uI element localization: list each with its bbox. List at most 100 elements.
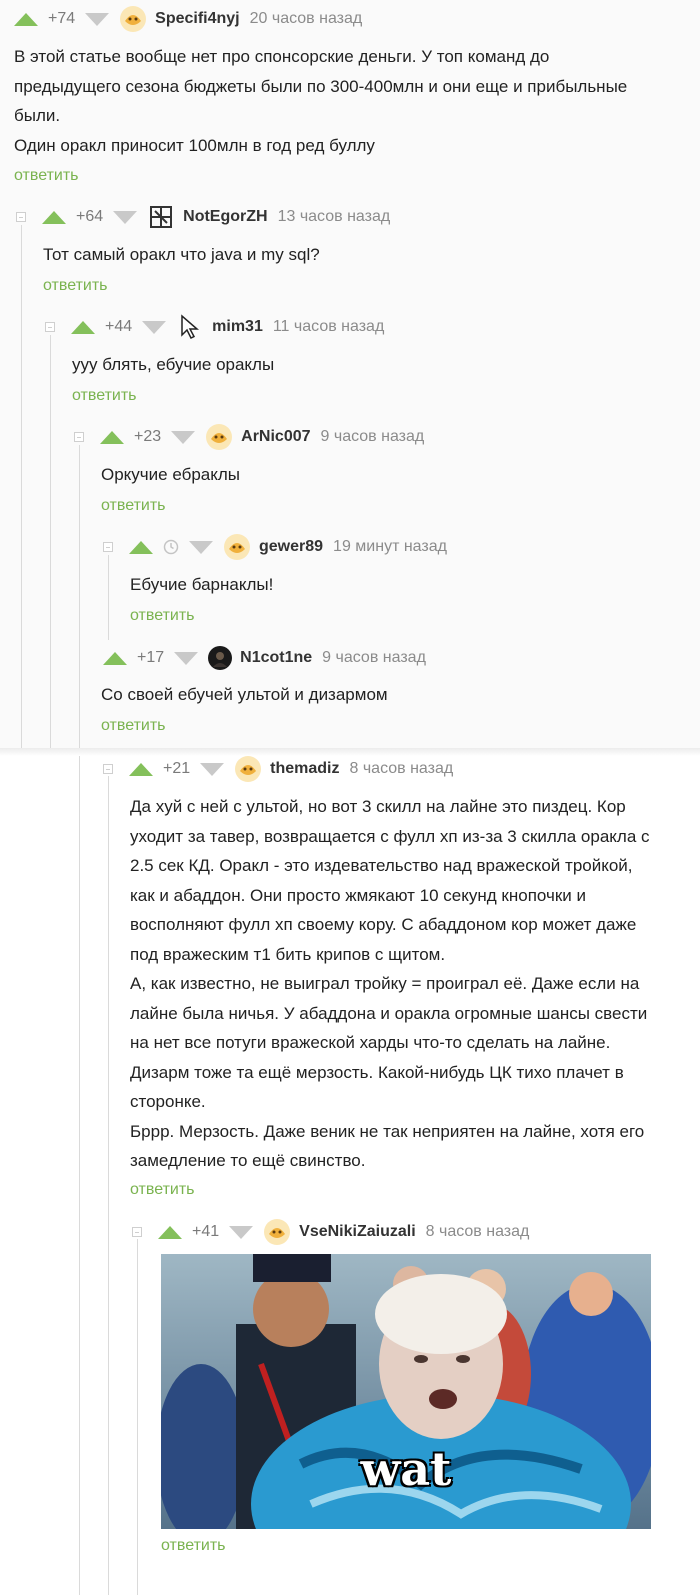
comment-time[interactable]: 8 часов назад	[426, 1223, 530, 1241]
new-comments-divider	[0, 748, 700, 756]
collapse-toggle[interactable]	[132, 1227, 142, 1237]
default-avatar-icon[interactable]	[119, 5, 147, 33]
collapse-toggle[interactable]	[16, 212, 26, 222]
reply-link[interactable]: ответить	[43, 277, 108, 295]
thread-line	[79, 445, 80, 748]
comment-text-line: ууу блять, ебучие ораклы	[72, 355, 275, 374]
comment-text-line: Со своей ебучей ультой и дизармом	[101, 685, 388, 704]
comment-text-line: как и абаддон. Они просто жмякают 10 сек…	[130, 885, 586, 905]
downvote-icon[interactable]	[229, 1225, 254, 1239]
thread-line	[137, 1239, 138, 1595]
upvote-icon[interactable]	[129, 762, 153, 776]
comment-text-line: Дизарм тоже та ещё мерзость. Какой-нибуд…	[130, 1062, 624, 1082]
rating: +44	[105, 318, 133, 335]
thread-line	[79, 756, 80, 1595]
comment-time[interactable]: 13 часов назад	[278, 208, 391, 226]
comment-time[interactable]: 9 часов назад	[321, 428, 425, 446]
comment-text-line: А, как известно, не выиграл тройку = про…	[130, 974, 640, 993]
rating: +64	[76, 208, 104, 225]
reply-link[interactable]: ответить	[130, 607, 195, 625]
comment-time[interactable]: 9 часов назад	[322, 649, 426, 667]
author-nick[interactable]: gewer89	[259, 538, 323, 556]
comment-text-line: восполняют фулл хп своему кору. С абаддо…	[130, 915, 637, 934]
comment-text-line: лайне была ничья. У абаддона и оракла ог…	[130, 1003, 648, 1023]
collapse-toggle[interactable]	[103, 542, 113, 552]
comment-time[interactable]: 19 минут назад	[333, 538, 447, 556]
comment-header: gewer89 19 минут назад	[103, 533, 447, 561]
comment-text-line: на нет все потуги вражеской харды что-то…	[130, 1033, 611, 1052]
dark-avatar-icon[interactable]	[208, 646, 233, 670]
upvote-icon[interactable]	[100, 430, 124, 444]
default-avatar-icon[interactable]	[263, 1218, 291, 1246]
collapse-toggle[interactable]	[74, 432, 84, 442]
comment-text: Ебучие барнаклы!	[130, 570, 273, 600]
downvote-icon[interactable]	[142, 320, 167, 334]
comment-text: Да хуй с ней с ультой, но вот 3 скилл на…	[130, 792, 650, 1176]
downvote-icon[interactable]	[189, 540, 213, 554]
comment-text: Оркучие ебраклы	[101, 460, 240, 490]
reply-link[interactable]: ответить	[130, 1181, 195, 1199]
reply-link[interactable]: ответить	[14, 167, 79, 185]
downvote-icon[interactable]	[200, 762, 225, 776]
comment-time[interactable]: 20 часов назад	[250, 10, 363, 28]
comment-text-line: Ебучие барнаклы!	[130, 575, 274, 594]
comment-time[interactable]: 8 часов назад	[349, 760, 453, 778]
clock-icon	[163, 539, 179, 555]
comment-text-line: 2.5 сек КД. Оракл - это издевательство н…	[130, 856, 633, 875]
comment-text-line: В этой статье вообще нет про спонсорские…	[14, 47, 550, 66]
collapse-toggle[interactable]	[103, 764, 113, 774]
author-nick[interactable]: VseNikiZaiuzali	[299, 1223, 416, 1241]
comment-header: +64 NotEgorZH 13 часов назад	[16, 205, 390, 229]
upvote-icon[interactable]	[71, 320, 95, 334]
downvote-icon[interactable]	[113, 210, 138, 224]
default-avatar-icon[interactable]	[223, 533, 251, 561]
downvote-icon[interactable]	[171, 430, 196, 444]
comment-text-line: Да хуй с ней с ультой, но вот 3 скилл на…	[130, 797, 626, 816]
downvote-icon[interactable]	[85, 12, 110, 26]
comment-text-line: уходит за тавер, возвращается с фулл хп …	[130, 826, 650, 846]
reply-link[interactable]: ответить	[101, 497, 166, 515]
comment-header: +17 N1cot1ne 9 часов назад	[103, 646, 426, 670]
logo-avatar-icon[interactable]	[147, 203, 175, 231]
comment-text-line: Тот самый оракл что java и my sql?	[43, 245, 320, 264]
reply-link[interactable]: ответить	[72, 387, 137, 405]
comment-text: ууу блять, ебучие ораклы	[72, 350, 274, 380]
comment-text: Со своей ебучей ультой и дизармом	[101, 680, 388, 710]
author-nick[interactable]: N1cot1ne	[240, 649, 312, 667]
downvote-icon[interactable]	[174, 651, 199, 665]
rating: +17	[137, 649, 165, 666]
cursor-avatar-icon[interactable]	[176, 313, 204, 341]
comment-text-line: под вражеским т1 бить крипов с щитом.	[130, 944, 446, 964]
comment-text-line: сторонке.	[130, 1092, 206, 1111]
comment-header: +23 ArNic007 9 часов назад	[74, 423, 425, 451]
rating: +23	[134, 428, 162, 445]
rating: +21	[163, 760, 191, 777]
upvote-icon[interactable]	[42, 210, 66, 224]
rating: +74	[48, 10, 76, 27]
comment-header: +74 Specifi4nyj 20 часов назад	[14, 5, 363, 33]
comment-text: Тот самый оракл что java и my sql?	[43, 240, 320, 270]
upvote-icon[interactable]	[129, 540, 153, 554]
author-nick[interactable]: Specifi4nyj	[155, 10, 239, 28]
upvote-icon[interactable]	[14, 12, 38, 26]
thread-line	[108, 776, 109, 1595]
default-avatar-icon[interactable]	[234, 755, 262, 783]
thread-line	[50, 335, 51, 748]
author-nick[interactable]: NotEgorZH	[183, 208, 267, 226]
author-nick[interactable]: mim31	[212, 318, 263, 336]
author-nick[interactable]: themadiz	[270, 760, 339, 778]
comment-text: В этой статье вообще нет про спонсорские…	[14, 42, 627, 160]
collapse-toggle[interactable]	[45, 322, 55, 332]
reply-link[interactable]: ответить	[101, 717, 166, 735]
reply-link[interactable]: ответить	[161, 1537, 226, 1555]
comment-text-line: замедление то ещё свинство.	[130, 1151, 366, 1170]
comment-text-line: Оркучие ебраклы	[101, 465, 241, 484]
upvote-icon[interactable]	[158, 1225, 182, 1239]
wat-meme-image[interactable]: wat	[161, 1254, 651, 1529]
upvote-icon[interactable]	[103, 651, 127, 665]
default-avatar-icon[interactable]	[205, 423, 233, 451]
author-nick[interactable]: ArNic007	[241, 428, 310, 446]
thread-line	[21, 225, 22, 748]
comment-header: +44 mim31 11 часов назад	[45, 313, 384, 341]
comment-time[interactable]: 11 часов назад	[273, 318, 384, 336]
